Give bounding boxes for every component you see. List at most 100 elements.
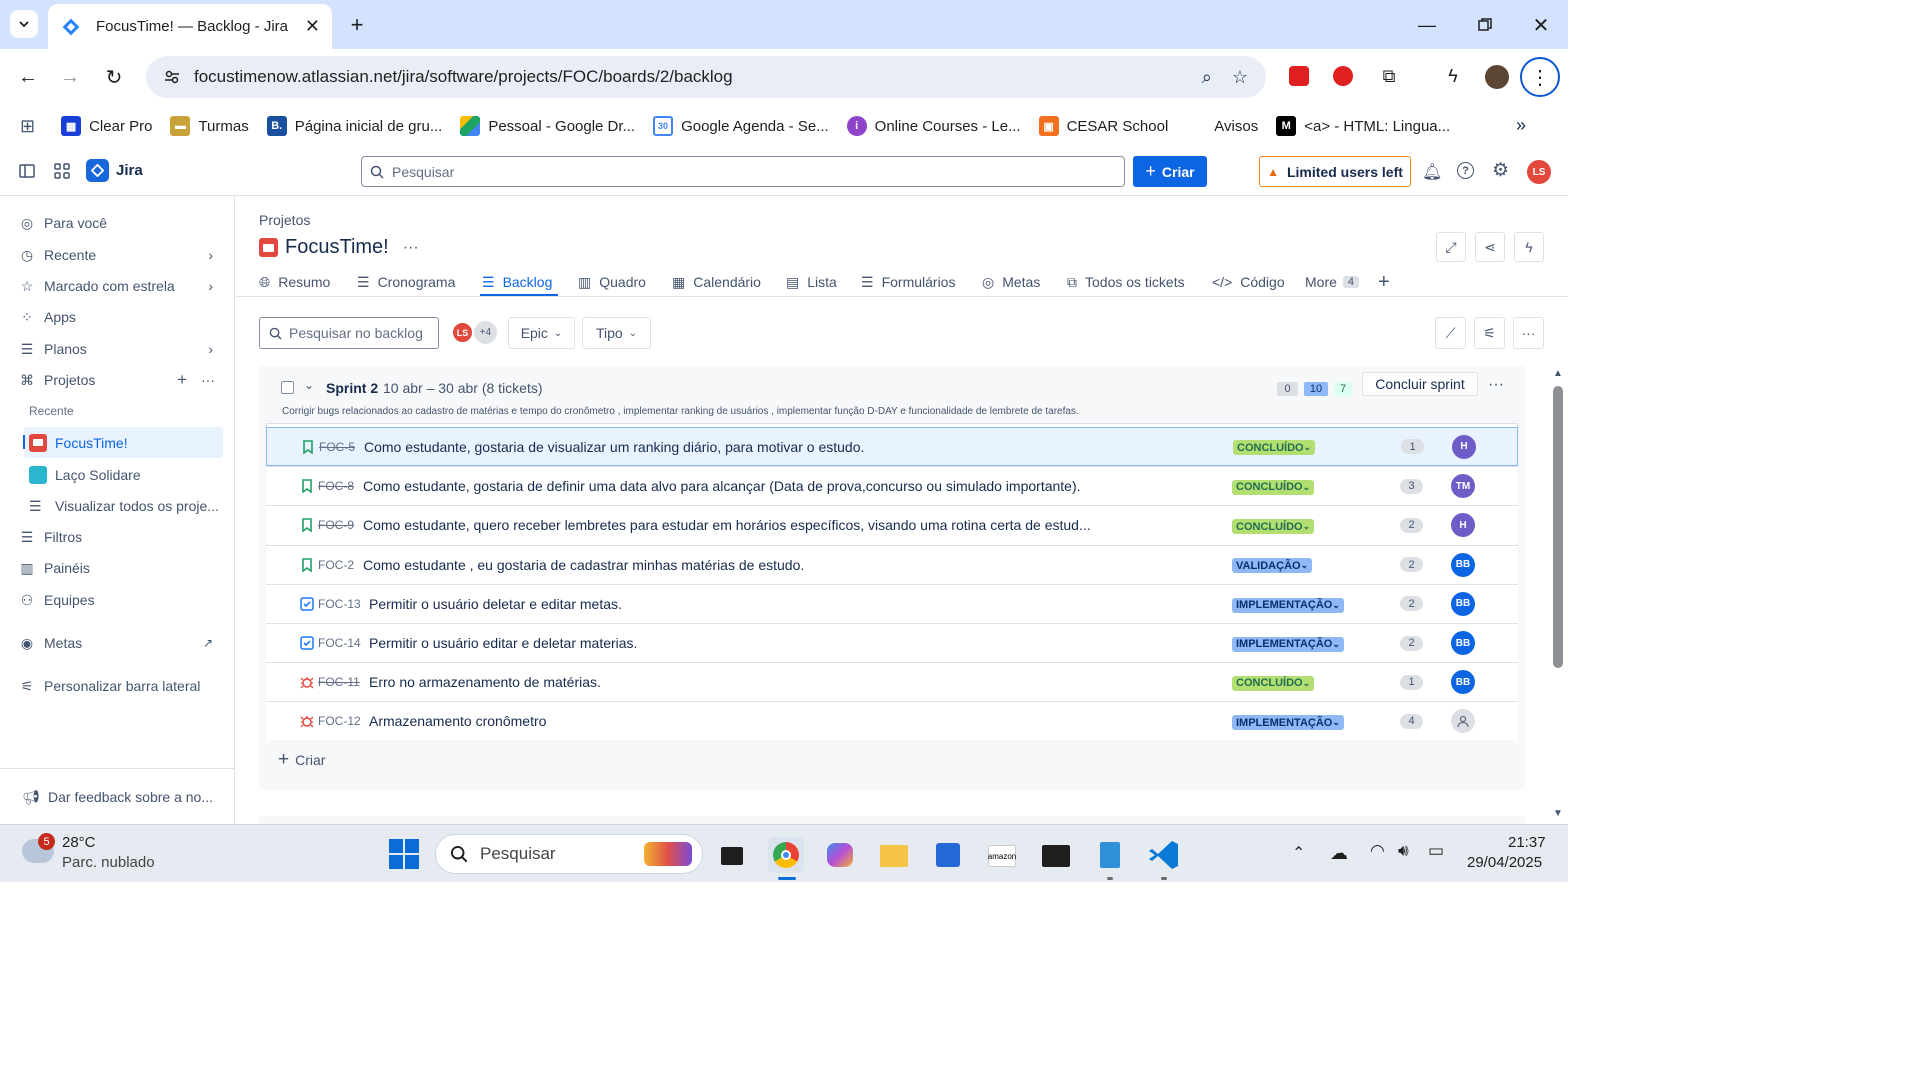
sidebar-item-filters[interactable]: ☰ Filtros — [18, 523, 223, 551]
file-explorer-icon[interactable] — [876, 837, 912, 873]
create-button[interactable]: + Criar — [1133, 156, 1207, 187]
close-window-button[interactable]: ✕ — [1526, 12, 1556, 38]
issue-row[interactable]: FOC-9 Como estudante, quero receber lembr… — [266, 505, 1518, 545]
tab-goals[interactable]: ◎ Metas — [982, 268, 1040, 296]
issue-key[interactable]: FOC-9 — [318, 518, 354, 532]
sprint-checkbox[interactable] — [281, 381, 294, 394]
address-bar[interactable]: focustimenow.atlassian.net/jira/software… — [146, 56, 1266, 98]
sidebar-feedback[interactable]: 📢︎ Dar feedback sobre a no... — [22, 783, 227, 811]
sidebar-view-all-projects[interactable]: ☰ Visualizar todos os proje... — [29, 492, 219, 520]
issue-row[interactable]: FOC-2 Como estudante , eu gostaria de cad… — [266, 544, 1518, 584]
assignee-avatar[interactable]: H — [1451, 513, 1475, 538]
forward-button[interactable]: → — [56, 63, 84, 91]
restore-button[interactable] — [1470, 12, 1500, 38]
performance-icon[interactable]: ϟ — [1441, 64, 1465, 88]
volume-icon[interactable]: 🔊︎ — [1398, 841, 1409, 861]
clock-time[interactable]: 21:37 — [1508, 834, 1546, 851]
user-avatar[interactable]: LS — [1527, 160, 1551, 184]
notepad-app-icon[interactable] — [1092, 837, 1128, 873]
automation-button[interactable]: ϟ — [1514, 232, 1544, 262]
story-points-badge[interactable]: 2 — [1400, 635, 1423, 651]
backlog-more-button[interactable]: ··· — [1513, 317, 1544, 349]
view-settings-button[interactable]: ⚟ — [1474, 317, 1505, 349]
notifications-bell-icon[interactable]: 🔔︎ — [1422, 162, 1442, 182]
browser-tab-active[interactable]: FocusTime! — Backlog - Jira ✕ — [48, 4, 332, 49]
taskbar-search[interactable]: Pesquisar — [435, 834, 703, 874]
weather-widget[interactable]: 5 28°C Parc. nublado — [22, 833, 192, 875]
sidebar-toggle-icon[interactable] — [19, 163, 35, 179]
story-points-badge[interactable]: 1 — [1400, 674, 1423, 690]
tab-more[interactable]: More 4 — [1305, 268, 1360, 296]
help-icon[interactable]: ? — [1457, 162, 1474, 179]
issue-summary[interactable]: Permitir o usuário editar e deletar mate… — [369, 635, 637, 651]
issue-summary[interactable]: Erro no armazenamento de matérias. — [369, 674, 601, 690]
bookmark-star-icon[interactable]: ☆ — [1232, 67, 1248, 88]
chrome-app-icon[interactable] — [768, 837, 804, 873]
amazon-app-icon[interactable]: amazon — [984, 837, 1020, 873]
sidebar-item-goals[interactable]: ◉ Metas ↗ — [18, 629, 223, 657]
assignee-avatar[interactable]: BB — [1451, 591, 1475, 616]
status-dropdown[interactable]: CONCLUÍDO ⌄ — [1232, 517, 1315, 535]
tab-board[interactable]: ▥ Quadro — [578, 268, 646, 296]
assignee-avatar[interactable]: BB — [1451, 670, 1475, 695]
issue-key[interactable]: FOC-14 — [318, 636, 361, 650]
issue-summary[interactable]: Armazenamento cronômetro — [369, 713, 546, 729]
complete-sprint-button[interactable]: Concluir sprint — [1362, 372, 1478, 396]
onedrive-icon[interactable]: ☁ — [1330, 843, 1348, 864]
status-dropdown[interactable]: IMPLEMENTAÇÃO ⌄ — [1232, 713, 1344, 731]
issue-summary[interactable]: Como estudante, quero receber lembretes … — [363, 517, 1091, 533]
status-dropdown[interactable]: VALIDAÇÃO ⌄ — [1232, 556, 1313, 574]
extension-icon-red[interactable] — [1289, 66, 1309, 86]
sidebar-item-recent[interactable]: ◷ Recente › — [18, 241, 223, 269]
bookmark-item[interactable]: i Online Courses - Le... — [846, 116, 1021, 136]
battery-icon[interactable]: ▭ — [1428, 841, 1444, 861]
tab-backlog[interactable]: ☰ Backlog — [482, 268, 552, 296]
limited-users-button[interactable]: ▲ Limited users left — [1259, 156, 1411, 187]
more-icon[interactable]: ··· — [201, 372, 215, 388]
status-dropdown[interactable]: CONCLUÍDO ⌄ — [1232, 477, 1315, 495]
sidebar-item-teams[interactable]: ⚇ Equipes — [18, 586, 223, 614]
issue-key[interactable]: FOC-13 — [318, 597, 361, 611]
site-settings-icon[interactable] — [164, 69, 180, 85]
bookmark-item[interactable]: M <a> - HTML: Lingua... — [1276, 116, 1450, 136]
story-points-badge[interactable]: 2 — [1400, 517, 1423, 533]
issue-row[interactable]: FOC-13 Permitir o usuário deletar e edita… — [266, 583, 1518, 623]
terminal-app-icon[interactable] — [1038, 837, 1074, 873]
issue-row[interactable]: FOC-14 Permitir o usuário editar e deleta… — [266, 623, 1518, 662]
status-dropdown[interactable]: CONCLUÍDO ⌄ — [1232, 673, 1315, 691]
sprint-name[interactable]: Sprint 2 — [326, 380, 378, 396]
extension-icon-shield[interactable] — [1333, 66, 1353, 86]
share-button[interactable]: ⋖ — [1475, 232, 1505, 262]
issue-summary[interactable]: Como estudante, gostaria de visualizar u… — [364, 439, 864, 455]
status-dropdown[interactable]: CONCLUÍDO ⌄ — [1233, 438, 1316, 456]
epic-filter-dropdown[interactable]: Epic ⌄ — [508, 317, 575, 349]
issue-row[interactable]: FOC-12 Armazenamento cronômetro IMPLEMENTA… — [266, 701, 1518, 741]
scroll-up-icon[interactable]: ▲ — [1553, 368, 1563, 379]
story-points-badge[interactable]: 2 — [1400, 557, 1423, 573]
type-filter-dropdown[interactable]: Tipo ⌄ — [582, 317, 651, 349]
insights-button[interactable]: ⟋ — [1435, 317, 1466, 349]
sidebar-item-dashboards[interactable]: ▥ Painéis — [18, 554, 223, 582]
bookmark-item[interactable]: ▦ Clear Pro — [61, 116, 152, 136]
project-more-icon[interactable]: ··· — [403, 239, 419, 257]
sidebar-item-customize[interactable]: ⚟ Personalizar barra lateral — [18, 672, 223, 700]
issue-summary[interactable]: Como estudante , eu gostaria de cadastra… — [363, 557, 804, 573]
issue-row[interactable]: FOC-8 Como estudante, gostaria de definir… — [266, 466, 1518, 506]
bookmark-item[interactable]: Avisos — [1186, 116, 1258, 136]
issue-row[interactable]: FOC-5 Como estudante, gostaria de visuali… — [266, 427, 1518, 466]
tab-all-tickets[interactable]: ⧉ Todos os tickets — [1067, 268, 1185, 296]
create-issue-button[interactable]: + Criar — [278, 749, 325, 771]
tab-calendar[interactable]: ▦ Calendário — [672, 268, 761, 296]
assignee-avatar[interactable]: BB — [1451, 631, 1475, 655]
back-button[interactable]: ← — [14, 63, 42, 91]
show-hidden-icons[interactable]: ⌃ — [1292, 843, 1305, 863]
tab-forms[interactable]: ☰ Formulários — [861, 268, 955, 296]
tab-timeline[interactable]: ☰ Cronograma — [357, 268, 455, 296]
assignee-avatar[interactable]: BB — [1451, 552, 1475, 577]
reload-button[interactable]: ↻ — [100, 63, 128, 91]
browser-menu-button[interactable]: ⋮ — [1520, 57, 1560, 97]
story-points-badge[interactable]: 1 — [1401, 439, 1424, 454]
issue-key[interactable]: FOC-2 — [318, 558, 354, 572]
bookmark-item[interactable]: ▬ Turmas — [170, 116, 249, 136]
task-view-icon[interactable] — [716, 837, 752, 873]
